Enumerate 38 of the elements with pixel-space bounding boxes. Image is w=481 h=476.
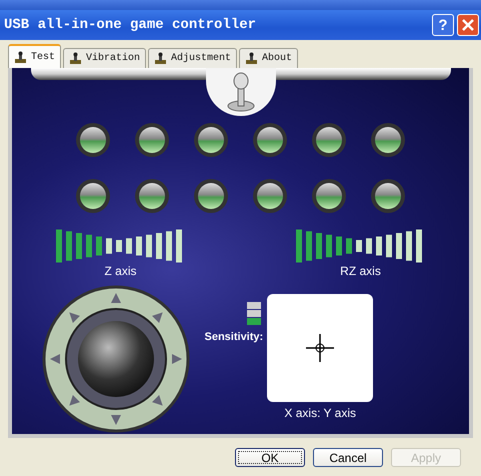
tab-label: Adjustment <box>171 53 232 64</box>
round-button-icon <box>370 178 406 214</box>
crosshair-icon <box>306 334 334 362</box>
close-button[interactable] <box>457 14 479 36</box>
meter-unlit-segments <box>356 230 422 262</box>
close-icon <box>462 19 474 31</box>
joystick-icon <box>245 52 258 65</box>
round-button-icon <box>193 178 229 214</box>
round-button-icon <box>252 178 288 214</box>
xy-axis-label: X axis: Y axis <box>284 406 356 420</box>
axis-label: Z axis <box>104 264 136 278</box>
round-button-icon <box>311 122 347 158</box>
round-button-icon <box>311 178 347 214</box>
round-button-icon <box>370 122 406 158</box>
dialog-button[interactable]: OK <box>235 448 305 467</box>
tab-label: Test <box>31 52 56 62</box>
sensitivity-label: Sensitivity: <box>204 331 264 343</box>
round-button-icon <box>252 122 288 158</box>
round-button-icon <box>75 122 111 158</box>
tab[interactable]: About <box>239 48 298 68</box>
joystick-icon <box>14 50 27 64</box>
tab[interactable]: Vibration <box>63 48 146 68</box>
round-button-icon <box>134 178 170 214</box>
axis-label: RZ axis <box>340 264 381 278</box>
joystick-icon <box>226 72 256 112</box>
tab[interactable]: Adjustment <box>148 48 238 68</box>
dialog-button[interactable]: Cancel <box>313 448 383 467</box>
sensitivity-meter <box>247 302 262 325</box>
round-button-icon <box>134 122 170 158</box>
window-title: USB all-in-one game controller <box>4 17 258 33</box>
joystick-icon <box>69 52 82 65</box>
round-button-icon <box>193 122 229 158</box>
tab-label: About <box>262 53 292 64</box>
help-button[interactable]: ? <box>432 14 454 36</box>
round-button-icon <box>75 178 111 214</box>
joystick-icon <box>154 52 168 65</box>
tab[interactable]: Test <box>8 44 62 68</box>
tab-label: Vibration <box>86 53 140 64</box>
